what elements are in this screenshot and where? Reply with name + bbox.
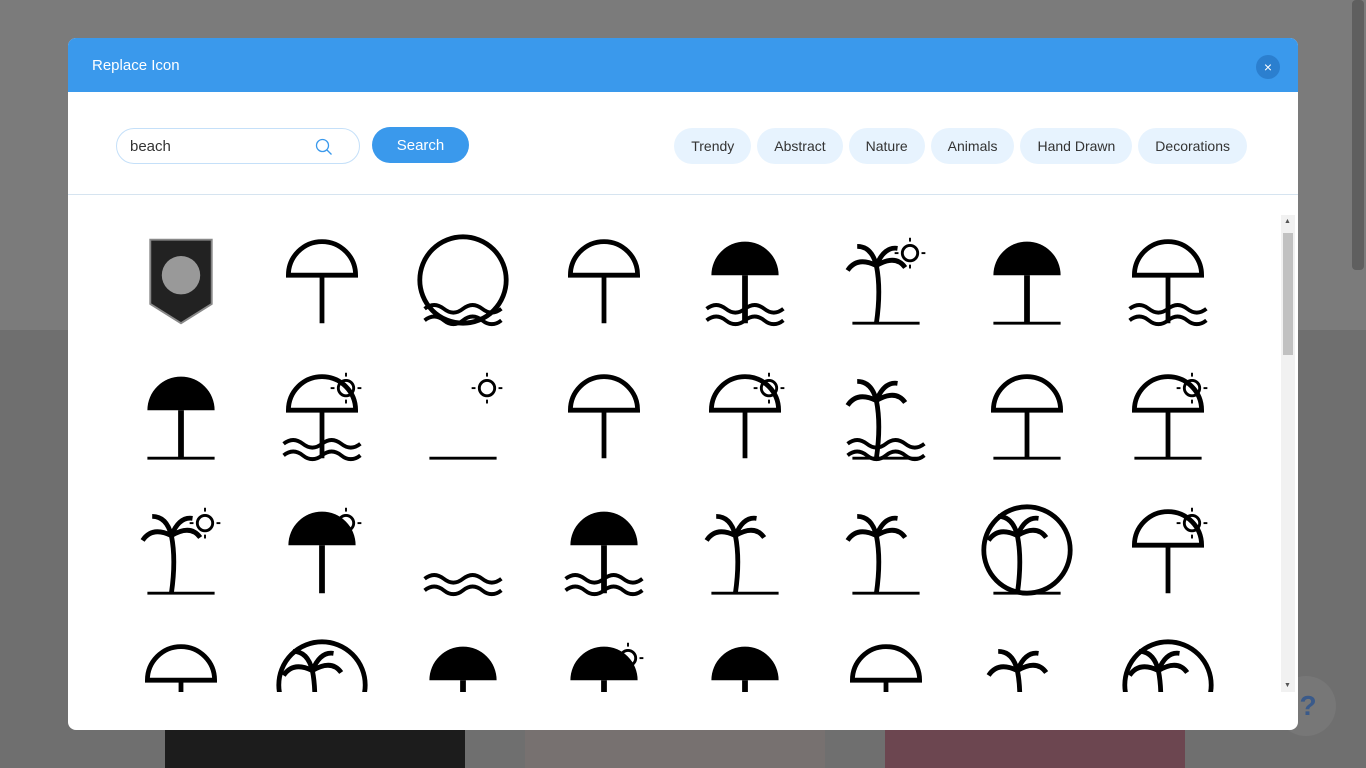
- search-input-value: beach: [130, 137, 171, 155]
- palm-sun-icon: [140, 507, 221, 595]
- icon-grid-scrollbar[interactable]: ▲ ▼: [1281, 215, 1295, 692]
- icon-result-tile[interactable]: [690, 360, 800, 470]
- umbrella-ball-icon: [567, 239, 641, 324]
- icon-result-tile[interactable]: [549, 630, 659, 692]
- scrollbar-thumb[interactable]: [1283, 233, 1293, 355]
- icon-result-tile[interactable]: [831, 630, 941, 692]
- icon-result-tile[interactable]: [126, 360, 236, 470]
- icon-result-tile[interactable]: [408, 225, 518, 335]
- dialog-title: Replace Icon: [92, 56, 180, 74]
- icon-result-tile[interactable]: [690, 495, 800, 605]
- icon-result-tile[interactable]: [831, 360, 941, 470]
- icon-result-tile[interactable]: [972, 495, 1082, 605]
- page-scrollbar[interactable]: [1352, 0, 1364, 270]
- dialog-header: Replace Icon ×: [68, 38, 1298, 92]
- outline-umbrella-icon: [849, 644, 923, 692]
- scroll-up-arrow[interactable]: ▲: [1284, 218, 1291, 225]
- search-button[interactable]: Search: [372, 127, 469, 163]
- category-abstract[interactable]: Abstract: [757, 128, 843, 164]
- sun-umbrella-lounger-icon: [288, 507, 362, 594]
- icon-result-tile[interactable]: [831, 225, 941, 335]
- icon-result-tile[interactable]: [267, 225, 377, 335]
- icon-result-tile[interactable]: [1113, 495, 1223, 605]
- category-chips: Trendy Abstract Nature Animals Hand Draw…: [674, 128, 1247, 164]
- palm-sun-umbrella-icon: [845, 237, 926, 325]
- sun-surfboard-icon: [429, 372, 503, 460]
- palms-hearts-icon: [986, 649, 1049, 692]
- search-toolbar: beach Search Trendy Abstract Nature Anim…: [68, 92, 1298, 195]
- umbrella-hearts-icon: [993, 241, 1061, 325]
- category-trendy[interactable]: Trendy: [674, 128, 752, 164]
- icon-result-tile[interactable]: [126, 225, 236, 335]
- icon-result-tile[interactable]: [408, 630, 518, 692]
- beach-circle-icon: [417, 234, 509, 327]
- tilted-umbrella-island-icon: [147, 376, 215, 460]
- icon-result-tile[interactable]: [267, 360, 377, 470]
- umbrella-sea-icon: [1128, 239, 1208, 327]
- icon-result-tile[interactable]: [408, 495, 518, 605]
- sun-lounger-umbrella-icon: [708, 372, 785, 459]
- icon-result-tile[interactable]: [690, 630, 800, 692]
- icon-result-tile[interactable]: [408, 360, 518, 470]
- striped-umbrella-icon: [285, 239, 359, 324]
- umbrella-waves-icon: [705, 241, 785, 327]
- solid-umbrella-icon: [711, 646, 779, 692]
- icon-grid: [68, 215, 1280, 692]
- plane-umbrella-icon: [1131, 507, 1208, 594]
- sun-sea-umbrella-icon: [570, 642, 644, 692]
- umbrella-lounger-icon: [567, 374, 641, 459]
- icon-result-tile[interactable]: [1113, 630, 1223, 692]
- palm-shore-icon: [845, 514, 920, 595]
- palm-leaf-waves-icon: [845, 379, 926, 462]
- icon-result-tile[interactable]: [690, 225, 800, 335]
- scroll-down-arrow[interactable]: ▼: [1284, 682, 1291, 689]
- island-badge-icon: [276, 639, 368, 692]
- umbrella-shore-icon: [564, 511, 644, 597]
- icon-result-tile[interactable]: [1113, 225, 1223, 335]
- category-hand-drawn[interactable]: Hand Drawn: [1020, 128, 1133, 164]
- icon-result-tile[interactable]: [549, 495, 659, 605]
- palm-chair-icon: [704, 514, 779, 595]
- umbrella-sun-waves-icon: [282, 372, 362, 462]
- icon-result-tile[interactable]: [126, 495, 236, 605]
- search-icon[interactable]: [315, 138, 333, 156]
- close-button[interactable]: ×: [1256, 55, 1280, 79]
- umbrella-icon: [429, 646, 497, 692]
- lounger-umbrella-icon: [990, 374, 1064, 460]
- icon-result-tile[interactable]: [1113, 360, 1223, 470]
- island-circle-icon: [981, 504, 1073, 596]
- icon-result-tile[interactable]: [126, 630, 236, 692]
- icon-result-tile[interactable]: [267, 630, 377, 692]
- small-umbrella-icon: [144, 644, 218, 692]
- search-input[interactable]: beach: [116, 128, 360, 164]
- icon-result-tile[interactable]: [549, 360, 659, 470]
- icon-result-tile[interactable]: [549, 225, 659, 335]
- category-decorations[interactable]: Decorations: [1138, 128, 1247, 164]
- icon-result-tile[interactable]: [972, 225, 1082, 335]
- icon-result-tile[interactable]: [972, 630, 1082, 692]
- umbrella-sun-line-icon: [1131, 372, 1208, 460]
- icon-result-tile[interactable]: [267, 495, 377, 605]
- category-animals[interactable]: Animals: [930, 128, 1015, 164]
- icon-result-tile[interactable]: [831, 495, 941, 605]
- wave-landscape-icon: [423, 573, 503, 597]
- palm-badge-icon: [149, 238, 213, 325]
- icon-result-tile[interactable]: [972, 360, 1082, 470]
- category-nature[interactable]: Nature: [848, 128, 925, 164]
- replace-icon-dialog: Replace Icon × beach Search Trendy Abstr…: [68, 38, 1298, 730]
- palm-ring-icon: [1122, 639, 1214, 692]
